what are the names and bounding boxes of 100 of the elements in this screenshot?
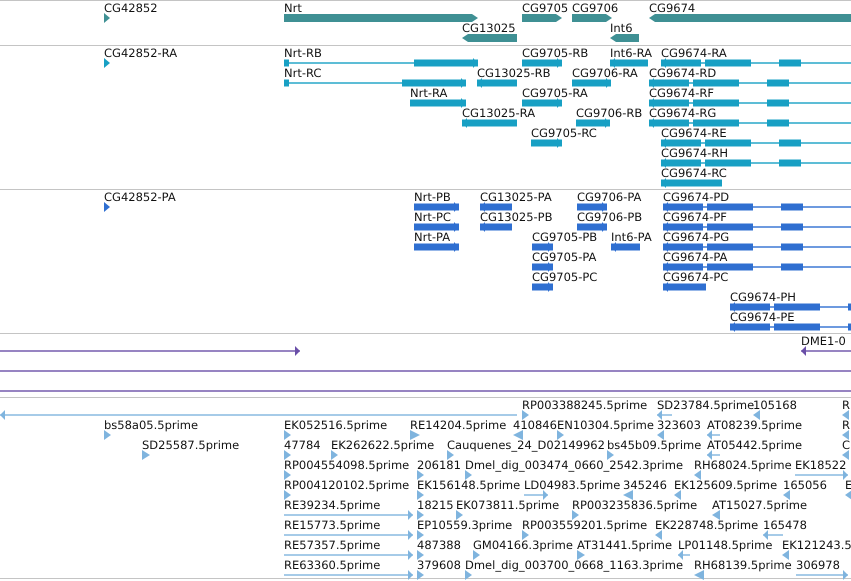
transcript-glyph[interactable] bbox=[104, 202, 110, 212]
gene-bar[interactable] bbox=[649, 13, 851, 23]
transcript-glyph[interactable] bbox=[661, 58, 851, 68]
feature-label: CG9705-RC bbox=[531, 127, 597, 140]
feature-label: CG9705-RA bbox=[522, 87, 588, 100]
feature-label: GM04166.3prime bbox=[473, 539, 573, 552]
transcript-glyph[interactable] bbox=[661, 158, 851, 168]
feature-label: CG42852 bbox=[104, 2, 158, 15]
transcript-glyph[interactable] bbox=[532, 282, 553, 292]
transcript-glyph[interactable] bbox=[663, 242, 851, 252]
feature-label: Nrt-PA bbox=[414, 231, 450, 244]
transcript-glyph[interactable] bbox=[414, 202, 459, 212]
feature-label: CG9674-RE bbox=[661, 127, 727, 140]
transcript-glyph[interactable] bbox=[414, 222, 459, 232]
feature-label: EK073811.5prime bbox=[456, 499, 560, 512]
feature-label: CG9674 bbox=[649, 2, 696, 15]
feature-label: 487388 bbox=[417, 539, 461, 552]
feature-label: EK18522 bbox=[795, 459, 846, 472]
feature-label: R bbox=[842, 419, 850, 432]
feature-label: RP003559201.5prime bbox=[522, 519, 648, 532]
transcript-glyph[interactable] bbox=[414, 242, 459, 252]
transcript-glyph[interactable] bbox=[663, 282, 706, 292]
transcript-glyph[interactable] bbox=[532, 242, 553, 252]
feature-label: DME1-0 bbox=[801, 335, 846, 348]
transcript-glyph[interactable] bbox=[661, 178, 722, 188]
gene-bar[interactable] bbox=[104, 13, 110, 23]
transcript-glyph[interactable] bbox=[480, 202, 512, 212]
transcript-glyph[interactable] bbox=[284, 58, 478, 68]
transcript-glyph[interactable] bbox=[611, 242, 640, 252]
feature-label: Nrt-PC bbox=[414, 211, 451, 224]
feature-label: Cauquenes_24_D02149962 bbox=[447, 439, 605, 452]
transcript-glyph[interactable] bbox=[577, 202, 607, 212]
gene-bar[interactable] bbox=[284, 13, 478, 23]
gene-bar[interactable] bbox=[462, 33, 517, 43]
feature-label: CG9705-PA bbox=[532, 251, 596, 264]
feature-label: AT31441.5prime bbox=[577, 539, 672, 552]
feature-label: CG9674-RA bbox=[661, 47, 727, 60]
transcript-glyph[interactable] bbox=[649, 98, 851, 108]
transcript-glyph[interactable] bbox=[522, 98, 562, 108]
feature-label: AT05442.5prime bbox=[707, 439, 802, 452]
gene-bar[interactable] bbox=[522, 13, 562, 23]
transcript-glyph[interactable] bbox=[730, 302, 851, 312]
feature-label: CG9674-RG bbox=[649, 107, 716, 120]
feature-label: CG9674-PD bbox=[663, 191, 730, 204]
alignment-glyph[interactable] bbox=[0, 346, 300, 356]
transcript-glyph[interactable] bbox=[610, 58, 648, 68]
feature-label: 206181 bbox=[417, 459, 461, 472]
transcript-glyph[interactable] bbox=[663, 202, 851, 212]
feature-label: CG9674-PA bbox=[663, 251, 728, 264]
feature-label: CG42852-RA bbox=[104, 47, 178, 60]
transcript-glyph[interactable] bbox=[661, 138, 851, 148]
feature-label: CG9674-PC bbox=[663, 271, 728, 284]
transcript-glyph[interactable] bbox=[477, 78, 517, 88]
feature-label: RE15773.5prime bbox=[284, 519, 380, 532]
feature-label: 345246 bbox=[623, 479, 667, 492]
transcript-glyph[interactable] bbox=[532, 262, 553, 272]
feature-label: CG9674-RD bbox=[649, 67, 716, 80]
feature-label: EK052516.5prime bbox=[284, 419, 388, 432]
transcript-glyph[interactable] bbox=[410, 98, 466, 108]
transcript-glyph[interactable] bbox=[572, 78, 611, 88]
transcript-glyph[interactable] bbox=[531, 138, 562, 148]
gene-bar[interactable] bbox=[572, 13, 612, 23]
feature-label: Dmel_dig_003474_0660_2542.3prime bbox=[465, 459, 684, 472]
feature-label: CG13025-RA bbox=[462, 107, 536, 120]
gene-bar[interactable] bbox=[610, 33, 639, 43]
feature-label: LD04983.5prime bbox=[524, 479, 620, 492]
feature-label: RE63360.5prime bbox=[284, 559, 380, 572]
alignment-glyph[interactable] bbox=[801, 346, 851, 356]
feature-label: EK262622.5prime bbox=[331, 439, 434, 452]
feature-label: bs45b09.5prime bbox=[607, 439, 702, 452]
transcript-glyph[interactable] bbox=[663, 262, 851, 272]
transcript-glyph[interactable] bbox=[104, 58, 110, 68]
transcript-glyph[interactable] bbox=[462, 118, 517, 128]
transcript-glyph[interactable] bbox=[577, 222, 607, 232]
transcript-glyph[interactable] bbox=[522, 58, 562, 68]
feature-label: CG13025 bbox=[462, 22, 516, 35]
feature-label: 105168 bbox=[753, 399, 797, 412]
feature-label: Int6-RA bbox=[610, 47, 652, 60]
feature-label: CG9705 bbox=[522, 2, 568, 15]
feature-label: AT08239.5prime bbox=[707, 419, 802, 432]
feature-label: EN10304.5prime bbox=[557, 419, 654, 432]
feature-label: CG9706-RB bbox=[576, 107, 642, 120]
feature-label: RH68139.5prime bbox=[694, 559, 792, 572]
feature-label: RE14204.5prime bbox=[410, 419, 506, 432]
feature-label: 323603 bbox=[657, 419, 701, 432]
feature-label: CG9705-RB bbox=[522, 47, 588, 60]
feature-label: CG9706 bbox=[572, 2, 618, 15]
feature-label: Dmel_dig_003700_0668_1163.3prime bbox=[465, 559, 684, 572]
feature-label: 165056 bbox=[783, 479, 827, 492]
feature-label: RH68024.5prime bbox=[694, 459, 792, 472]
feature-label: RP003235836.5prime bbox=[572, 499, 698, 512]
transcript-glyph[interactable] bbox=[576, 118, 610, 128]
transcript-glyph[interactable] bbox=[649, 78, 851, 88]
transcript-glyph[interactable] bbox=[730, 322, 851, 332]
transcript-glyph[interactable] bbox=[663, 222, 851, 232]
transcript-glyph[interactable] bbox=[480, 222, 512, 232]
transcript-glyph[interactable] bbox=[649, 118, 851, 128]
feature-label: RP004554098.5prime bbox=[284, 459, 410, 472]
feature-label: CG42852-PA bbox=[104, 191, 176, 204]
transcript-glyph[interactable] bbox=[284, 78, 466, 88]
